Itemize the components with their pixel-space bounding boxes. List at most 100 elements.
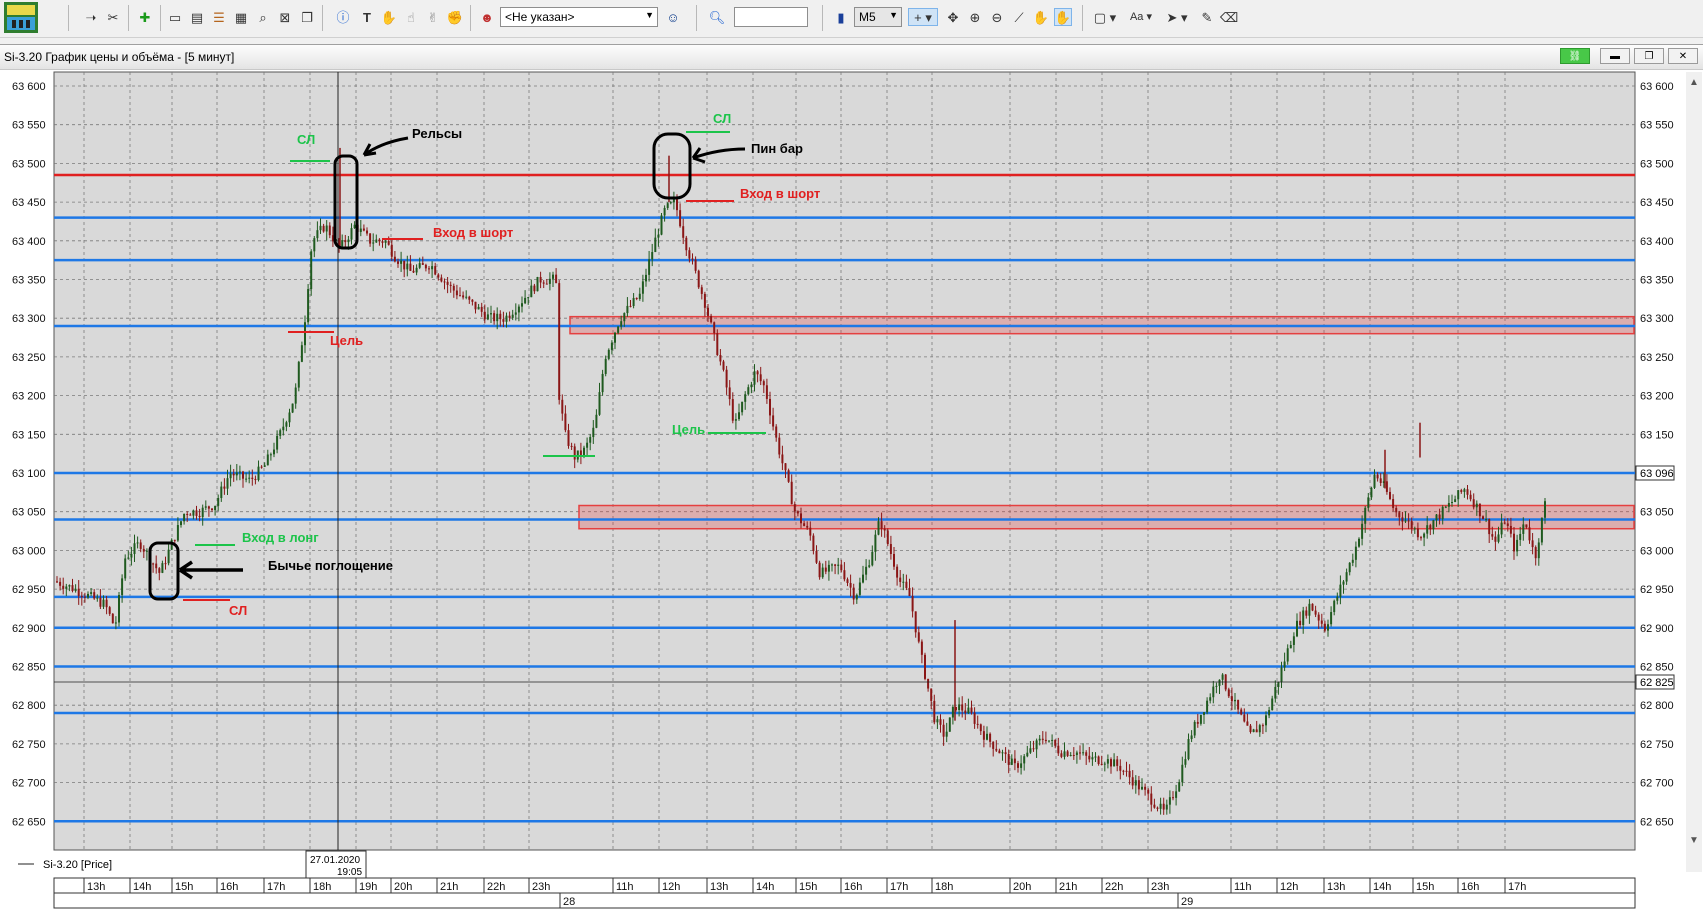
price-chart[interactable]: 63 600 63 550 63 500 63 450 63 400 63 350 63 3… — [0, 45, 1703, 916]
candle-body — [142, 548, 145, 552]
scroll-up-icon[interactable]: ▲ — [1689, 77, 1699, 88]
candle-body — [273, 449, 275, 455]
y-tick-label: 63 000 — [12, 545, 46, 557]
candle-body — [1147, 789, 1150, 794]
y-tick-label: 62 950 — [1640, 584, 1674, 596]
candle-body — [279, 430, 282, 436]
logo-icon[interactable] — [4, 2, 38, 33]
candle-body — [933, 700, 936, 723]
candle-body — [1184, 759, 1187, 765]
candle-body — [344, 240, 347, 243]
list-icon[interactable]: ☰ — [210, 8, 228, 26]
table-icon[interactable]: ▦ — [232, 8, 250, 26]
candle-body — [1351, 559, 1354, 563]
candle-body — [1075, 752, 1078, 756]
copy-icon[interactable]: ❐ — [298, 8, 316, 26]
candle-body — [1156, 807, 1159, 809]
candle-body — [347, 239, 350, 243]
candle-body — [1252, 729, 1255, 733]
y-tick-label: 62 700 — [1640, 778, 1674, 790]
candle-body — [56, 581, 58, 583]
x-tick-label: 21h — [440, 881, 458, 893]
search-icon[interactable]: 🔍︎ — [708, 8, 726, 26]
candle-body — [769, 398, 771, 416]
hand-icon[interactable]: ✋ — [380, 8, 398, 26]
zoom-window-icon[interactable]: ⌕ — [254, 8, 272, 26]
candle-body — [815, 550, 818, 563]
last-price-label: 63 096 — [1635, 465, 1675, 481]
sl3-label: СЛ — [229, 603, 247, 618]
candle-body — [911, 595, 914, 612]
candle-body — [406, 263, 409, 270]
candle-body — [1407, 520, 1410, 522]
vertical-scrollbar[interactable] — [1686, 72, 1702, 872]
info-icon[interactable]: ⓘ — [334, 8, 352, 26]
chart-window: Si-3.20 График цены и объёма - [5 минут]… — [0, 44, 1703, 916]
candle-body — [595, 414, 598, 428]
rectangle-icon[interactable]: ▢ ▾ — [1090, 8, 1120, 26]
ruler-icon[interactable]: ⟋ — [1010, 8, 1028, 26]
candle-body — [254, 478, 257, 481]
new-chart-icon[interactable]: ✚ — [136, 8, 154, 26]
candle-body — [1051, 739, 1054, 741]
person-icon[interactable]: ☻ — [478, 8, 496, 26]
candle-body — [964, 710, 967, 714]
candle-body — [226, 478, 229, 489]
candle-body — [1540, 517, 1543, 543]
candle-body — [747, 387, 750, 395]
candle-body — [446, 281, 449, 285]
hand-active-icon[interactable]: ✋ — [1054, 8, 1072, 26]
hand3-icon[interactable]: ✌ — [424, 8, 442, 26]
account-select[interactable]: <Не указан> ▼ — [500, 7, 658, 27]
candle-body — [1500, 522, 1503, 535]
y-tick-label: 63 550 — [12, 120, 46, 132]
y-tick-label: 62 850 — [12, 662, 46, 674]
candle-body — [1457, 490, 1460, 500]
eraser-icon[interactable]: ⌫ — [1220, 8, 1238, 26]
text-size-button[interactable]: Aa ▾ — [1126, 8, 1156, 26]
search-input[interactable] — [734, 7, 808, 27]
candle-body — [1460, 490, 1463, 492]
candle-body — [716, 333, 719, 355]
bar-chart-icon[interactable]: ▮ — [832, 8, 850, 26]
candle-body — [102, 599, 105, 607]
candle-body — [775, 426, 778, 438]
zoom-out-icon[interactable]: ⊖ — [988, 8, 1006, 26]
person-search-icon[interactable]: ☺ — [664, 8, 682, 26]
chart-icon[interactable]: ▤ — [188, 8, 206, 26]
candle-body — [1404, 520, 1407, 522]
candle-body — [455, 290, 458, 296]
plus-icon[interactable]: + ▾ — [908, 8, 938, 26]
y-tick-label: 62 900 — [12, 623, 46, 635]
candle-body — [235, 472, 238, 476]
window-icon[interactable]: ▭ — [166, 8, 184, 26]
candle-body — [316, 230, 319, 239]
candle-body — [806, 525, 809, 528]
zoom-in-icon[interactable]: ⊕ — [966, 8, 984, 26]
x-tick-label: 14h — [1373, 881, 1391, 893]
candle-body — [1048, 740, 1050, 742]
candle-body — [443, 281, 446, 283]
pen-icon[interactable]: ✎ — [1198, 8, 1216, 26]
candle-body — [846, 579, 849, 583]
hand4-icon[interactable]: ✊ — [446, 8, 464, 26]
close-window-icon[interactable]: ⊠ — [276, 8, 294, 26]
candle-body — [1116, 759, 1119, 766]
timeframe-select[interactable]: M5 ▼ — [854, 7, 902, 27]
scroll-down-icon[interactable]: ▼ — [1689, 835, 1699, 846]
candle-body — [1280, 667, 1283, 682]
candle-body — [976, 723, 979, 725]
cursor-icon[interactable]: ➝ — [82, 8, 100, 26]
text-tool-icon[interactable]: T — [358, 8, 376, 26]
candle-body — [731, 399, 734, 421]
move-icon[interactable]: ✥ — [944, 8, 962, 26]
candle-body — [238, 471, 241, 473]
hand-drag-icon[interactable]: ✋ — [1032, 8, 1050, 26]
candle-body — [359, 228, 362, 232]
x-tick-label: 17h — [267, 881, 285, 893]
arrow-icon[interactable]: ➤ ▾ — [1162, 8, 1192, 26]
candle-body — [248, 477, 251, 479]
candle-body — [672, 199, 675, 203]
hand2-icon[interactable]: ☝ — [402, 8, 420, 26]
scissors-icon[interactable]: ✂ — [104, 8, 122, 26]
